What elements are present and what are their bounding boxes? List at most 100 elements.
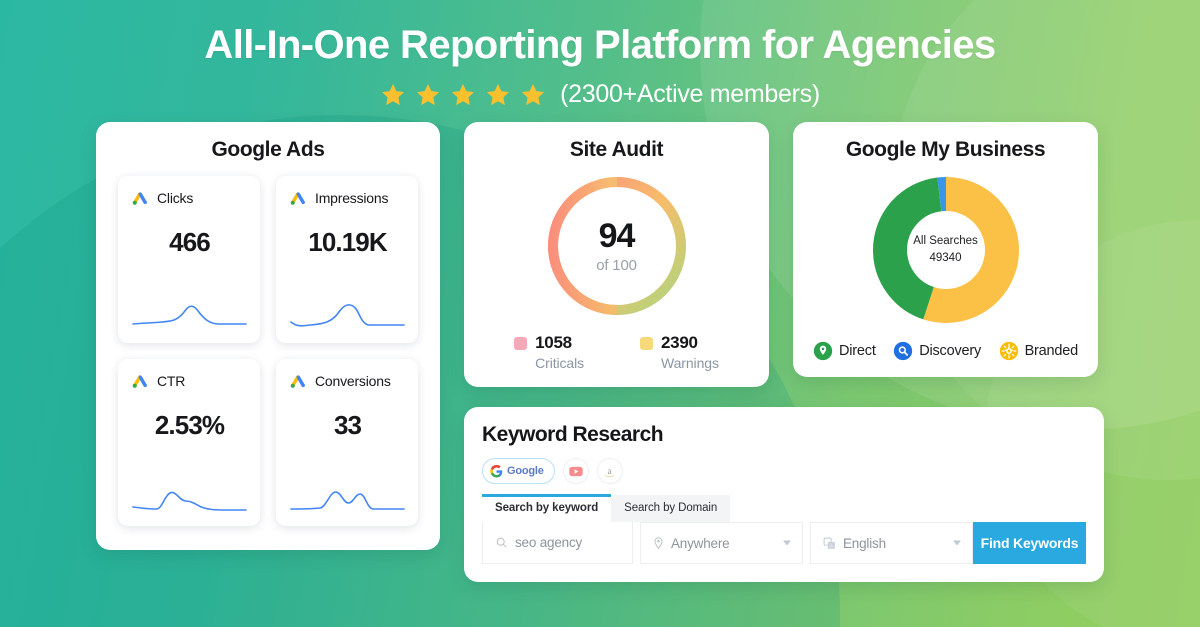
metric-sparkline xyxy=(131,297,248,333)
warnings-caption: Warnings xyxy=(640,355,719,371)
engine-option-youtube[interactable] xyxy=(563,458,589,484)
amazon-icon: a xyxy=(603,465,616,478)
metric-tile[interactable]: Conversions 33 xyxy=(276,359,418,526)
metric-label: Impressions xyxy=(315,190,388,206)
google-ads-icon xyxy=(131,189,149,207)
legend-item-warnings: 2390 Warnings xyxy=(640,333,719,371)
youtube-icon xyxy=(569,466,583,477)
google-ads-icon xyxy=(131,372,149,390)
metric-header: CTR xyxy=(131,372,248,390)
metric-sparkline xyxy=(289,297,406,333)
legend-label-branded: Branded xyxy=(1025,343,1078,359)
gmb-center-value: 49340 xyxy=(930,250,962,267)
gmb-title: Google My Business xyxy=(811,138,1080,162)
metric-header: Conversions xyxy=(289,372,406,390)
site-audit-title: Site Audit xyxy=(482,138,751,162)
location-select[interactable]: Anywhere xyxy=(640,522,803,564)
rating-row: (2300+Active members) xyxy=(0,80,1200,109)
search-icon xyxy=(495,536,508,549)
legend-top: 1058 xyxy=(514,333,584,353)
google-ads-title: Google Ads xyxy=(118,138,418,162)
svg-text:a: a xyxy=(608,466,612,476)
metric-value: 466 xyxy=(131,227,248,258)
engine-option-google[interactable]: Google xyxy=(482,458,555,484)
tab-search-by-keyword[interactable]: Search by keyword xyxy=(482,494,611,522)
metric-sparkline xyxy=(131,480,248,516)
banner-header: All-In-One Reporting Platform for Agenci… xyxy=(0,0,1200,109)
star-icon xyxy=(380,82,406,108)
engine-option-amazon[interactable]: a xyxy=(597,458,623,484)
location-pin-icon xyxy=(653,537,664,550)
page-title: All-In-One Reporting Platform for Agenci… xyxy=(0,22,1200,68)
language-select[interactable]: A English xyxy=(810,522,973,564)
left-column: Google Ads Clicks 466 xyxy=(96,122,440,550)
warnings-count: 2390 xyxy=(661,333,698,353)
search-mode-tabs: Search by keyword Search by Domain xyxy=(482,494,1086,522)
legend-swatch-icon xyxy=(514,337,527,350)
google-ads-icon xyxy=(289,372,307,390)
keyword-research-card: Keyword Research Google xyxy=(464,407,1104,582)
google-icon xyxy=(490,465,503,478)
gauge-center-label: 94 of 100 xyxy=(542,171,692,321)
promo-banner: All-In-One Reporting Platform for Agenci… xyxy=(0,0,1200,627)
google-ads-icon xyxy=(289,189,307,207)
legend-top: 2390 xyxy=(640,333,719,353)
keyword-search-row: seo agency Anywhere xyxy=(482,522,1086,564)
language-icon: A xyxy=(823,537,836,550)
gmb-center-caption: All Searches xyxy=(913,233,978,250)
metric-label: CTR xyxy=(157,373,185,389)
google-ads-metric-grid: Clicks 466 xyxy=(118,176,418,526)
metric-tile[interactable]: Clicks 466 xyxy=(118,176,260,343)
star-rating xyxy=(380,82,546,108)
tab-search-by-domain[interactable]: Search by Domain xyxy=(611,495,730,522)
metric-value: 10.19K xyxy=(289,227,406,258)
legend-item-criticals: 1058 Criticals xyxy=(514,333,584,371)
legend-item-direct: Direct xyxy=(813,341,876,361)
legend-label-direct: Direct xyxy=(839,343,876,359)
svg-text:A: A xyxy=(830,543,833,548)
site-audit-score-suffix: of 100 xyxy=(596,257,637,274)
engine-selector: Google a xyxy=(482,458,1086,484)
branded-star-icon xyxy=(999,341,1019,361)
rating-caption: (2300+Active members) xyxy=(560,80,820,109)
metric-header: Clicks xyxy=(131,189,248,207)
site-audit-score: 94 xyxy=(599,219,635,253)
gmb-center-label: All Searches 49340 xyxy=(866,170,1026,330)
site-audit-legend: 1058 Criticals 2390 Warnings xyxy=(482,333,751,371)
keyword-input-value: seo agency xyxy=(515,535,582,550)
site-audit-gauge: 94 of 100 xyxy=(542,171,692,321)
metric-header: Impressions xyxy=(289,189,406,207)
criticals-count: 1058 xyxy=(535,333,572,353)
find-keywords-button[interactable]: Find Keywords xyxy=(973,522,1086,564)
keyword-research-title: Keyword Research xyxy=(482,423,1086,447)
google-my-business-card: Google My Business All Searches xyxy=(793,122,1098,377)
keyword-input-wrapper[interactable]: seo agency xyxy=(482,522,633,564)
dashboard-board: Google Ads Clicks 466 xyxy=(0,122,1200,582)
star-icon xyxy=(485,82,511,108)
chevron-down-icon xyxy=(783,541,791,546)
legend-label-discovery: Discovery xyxy=(919,343,981,359)
site-audit-card: Site Audit xyxy=(464,122,769,387)
legend-item-branded: Branded xyxy=(999,341,1078,361)
search-circle-icon xyxy=(893,341,913,361)
star-icon xyxy=(415,82,441,108)
metric-tile[interactable]: Impressions 10.19K xyxy=(276,176,418,343)
google-ads-card: Google Ads Clicks 466 xyxy=(96,122,440,550)
right-top-row: Site Audit xyxy=(464,122,1104,387)
gmb-legend: Direct Discovery xyxy=(811,341,1080,361)
criticals-caption: Criticals xyxy=(514,355,584,371)
location-pin-icon xyxy=(813,341,833,361)
right-column: Site Audit xyxy=(464,122,1104,582)
metric-label: Conversions xyxy=(315,373,391,389)
gmb-donut-chart: All Searches 49340 xyxy=(866,170,1026,330)
chevron-down-icon xyxy=(953,541,961,546)
legend-item-discovery: Discovery xyxy=(893,341,981,361)
language-select-value: English xyxy=(843,536,886,551)
metric-label: Clicks xyxy=(157,190,193,206)
engine-label-google: Google xyxy=(507,465,544,477)
metric-tile[interactable]: CTR 2.53% xyxy=(118,359,260,526)
star-icon xyxy=(520,82,546,108)
location-select-value: Anywhere xyxy=(671,536,729,551)
metric-value: 2.53% xyxy=(131,410,248,441)
metric-sparkline xyxy=(289,480,406,516)
